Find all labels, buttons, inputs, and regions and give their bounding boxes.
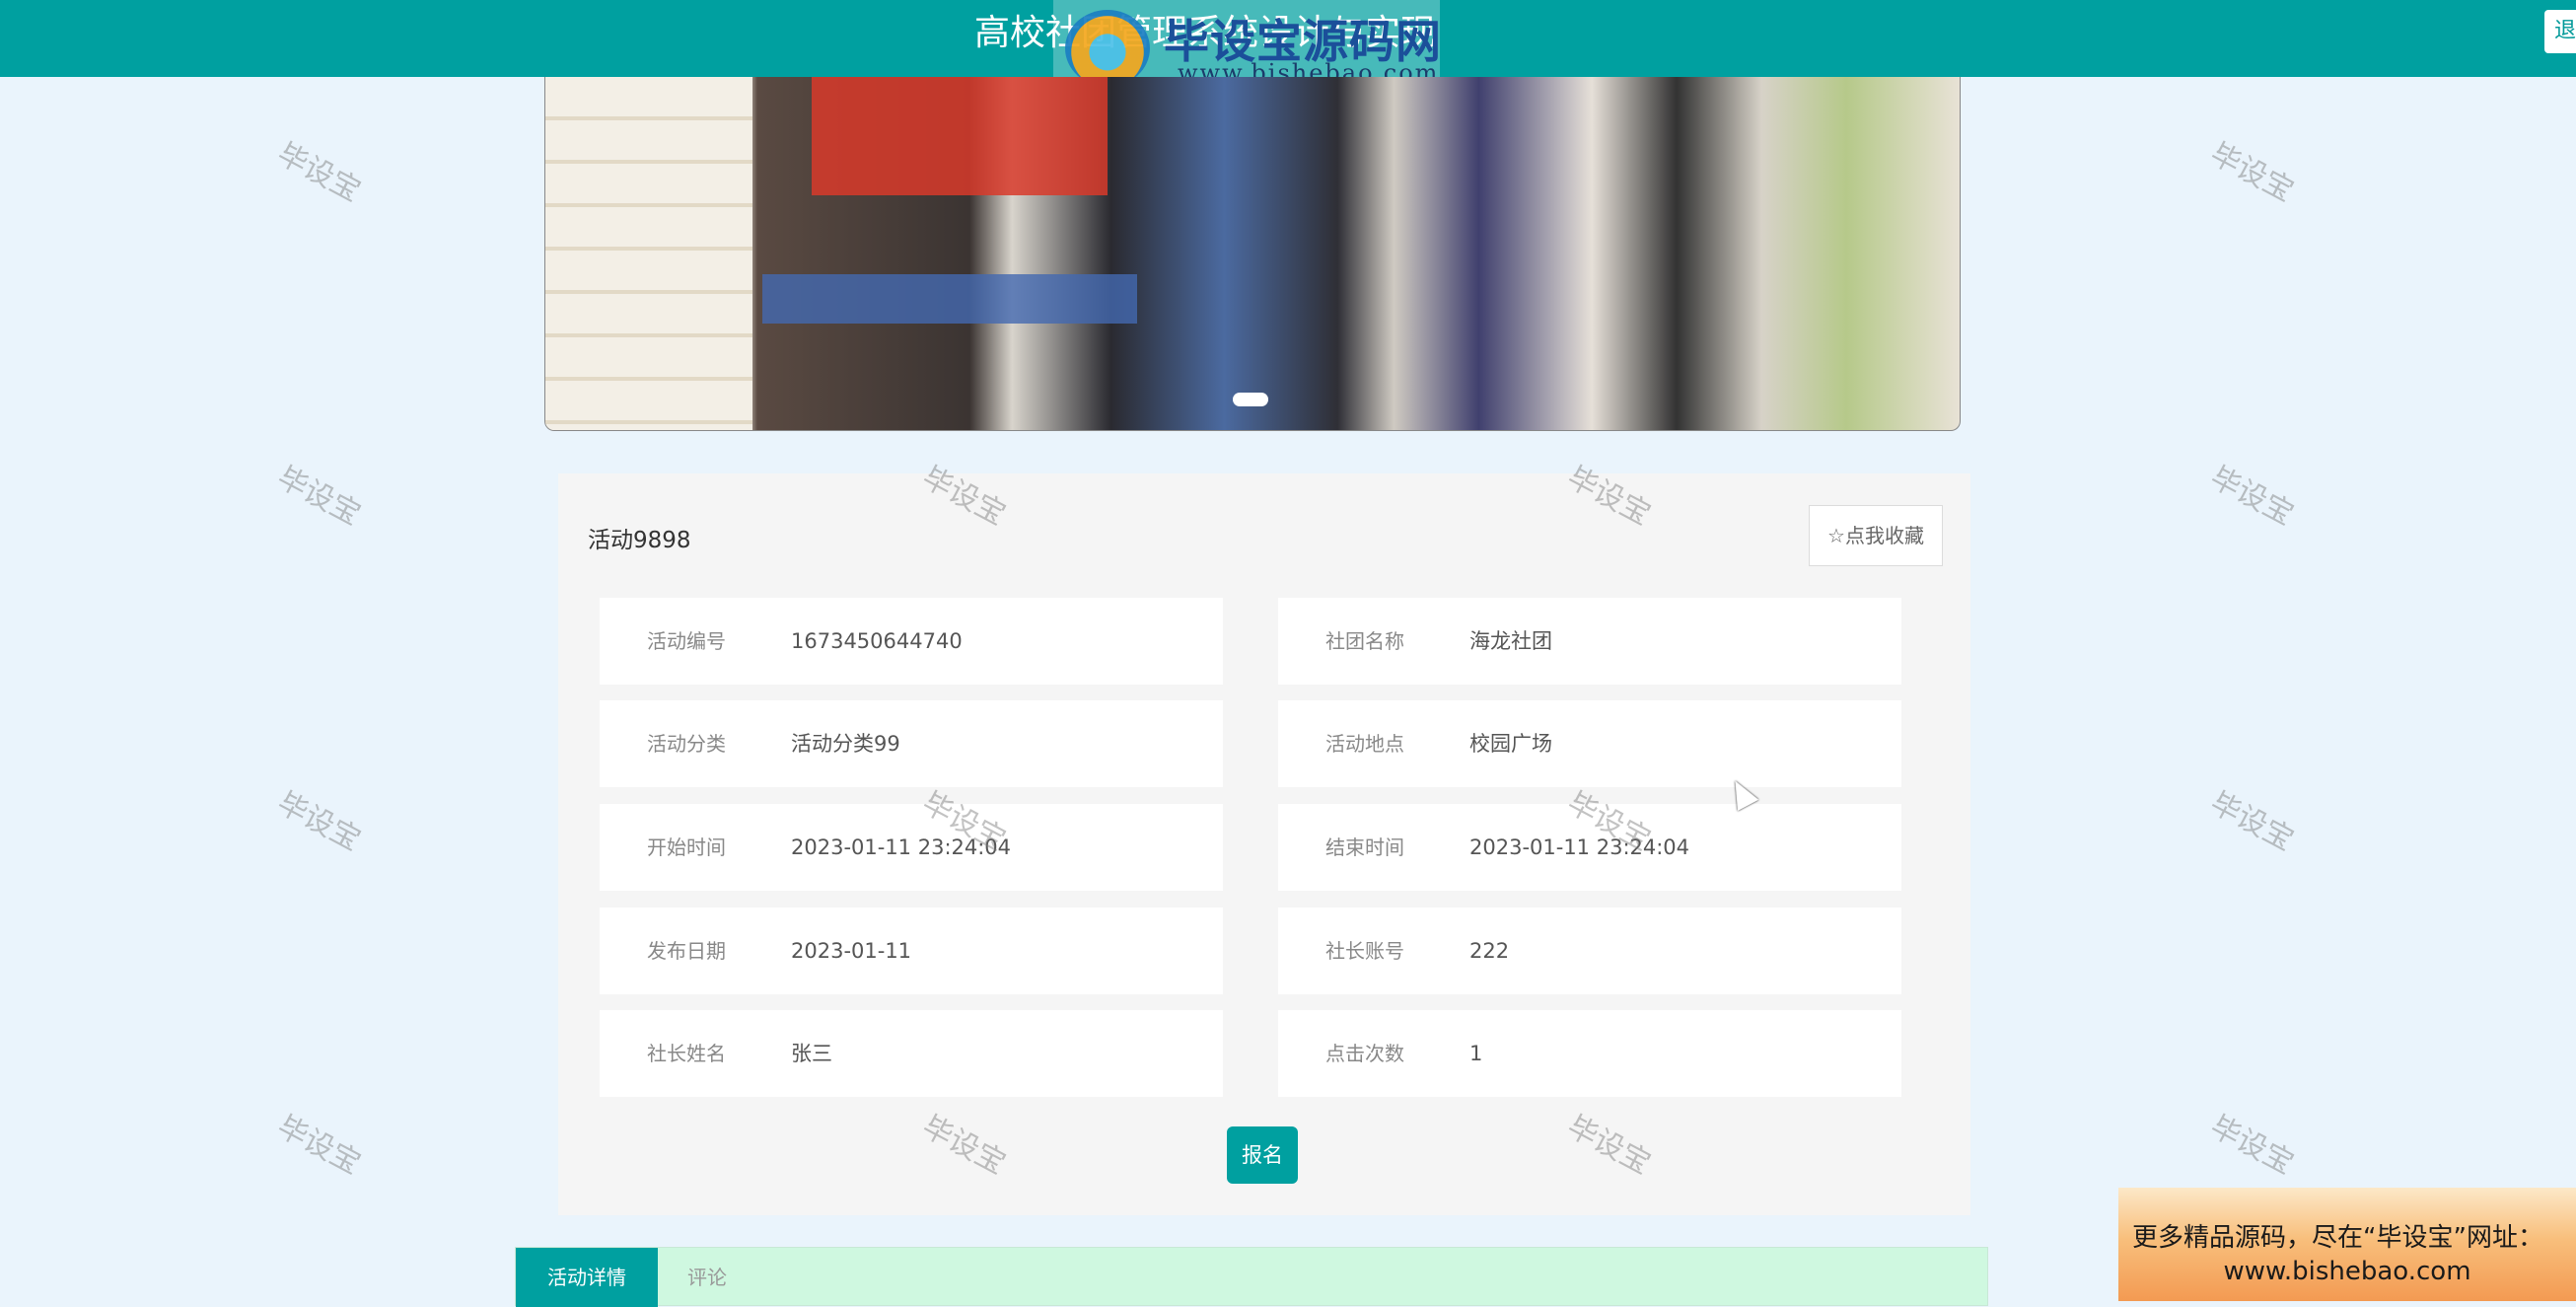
signup-button[interactable]: 报名 xyxy=(1227,1126,1298,1184)
info-value: 222 xyxy=(1469,939,1510,963)
banner-poster-board xyxy=(545,77,752,430)
info-label: 活动编号 xyxy=(647,629,726,653)
info-value: 活动分类99 xyxy=(791,732,900,756)
info-cell-activity-location: 活动地点 校园广场 xyxy=(1278,700,1901,787)
info-label: 社长姓名 xyxy=(647,1042,726,1065)
promo-banner[interactable]: 更多精品源码，尽在“毕设宝”网址： www.bishebao.com xyxy=(2118,1188,2576,1301)
info-label: 点击次数 xyxy=(1325,1042,1404,1065)
info-value: 1673450644740 xyxy=(791,629,963,653)
info-label: 结束时间 xyxy=(1325,835,1404,859)
promo-url: www.bishebao.com xyxy=(2223,1257,2471,1286)
info-cell-leader-name: 社长姓名 张三 xyxy=(600,1010,1223,1097)
watermark-text: 毕设宝 xyxy=(271,1109,367,1182)
info-label: 社团名称 xyxy=(1325,629,1404,653)
info-label: 社长账号 xyxy=(1325,939,1404,963)
info-cell-click-count: 点击次数 1 xyxy=(1278,1010,1901,1097)
info-value: 海龙社团 xyxy=(1469,629,1552,653)
info-value: 张三 xyxy=(791,1042,832,1065)
info-value: 1 xyxy=(1469,1042,1483,1065)
watermark-text: 毕设宝 xyxy=(2204,785,2300,858)
watermark-text: 毕设宝 xyxy=(2204,1109,2300,1182)
promo-text: 更多精品源码，尽在“毕设宝”网址： xyxy=(2132,1223,2543,1253)
activity-banner-image[interactable] xyxy=(544,77,1961,431)
carousel-indicator-dot[interactable] xyxy=(1233,393,1268,406)
info-cell-club-name: 社团名称 海龙社团 xyxy=(1278,598,1901,685)
info-label: 发布日期 xyxy=(647,939,726,963)
detail-tabs: 活动详情 评论 xyxy=(515,1247,1988,1307)
info-value: 2023-01-11 xyxy=(791,939,912,963)
info-cell-activity-id: 活动编号 1673450644740 xyxy=(600,598,1223,685)
info-cell-start-time: 开始时间 2023-01-11 23:24:04 xyxy=(600,804,1223,891)
logout-button[interactable]: 退出 xyxy=(2544,10,2576,53)
brand-logo-icon xyxy=(1065,10,1150,87)
watermark-text: 毕设宝 xyxy=(271,136,367,209)
info-value: 校园广场 xyxy=(1469,732,1552,756)
info-cell-publish-date: 发布日期 2023-01-11 xyxy=(600,908,1223,994)
favorite-button[interactable]: ☆点我收藏 xyxy=(1809,505,1943,566)
info-label: 活动地点 xyxy=(1325,732,1404,756)
tab-activity-details[interactable]: 活动详情 xyxy=(516,1248,658,1307)
watermark-text: 毕设宝 xyxy=(271,460,367,533)
info-cell-end-time: 结束时间 2023-01-11 23:24:04 xyxy=(1278,804,1901,891)
info-cell-activity-category: 活动分类 活动分类99 xyxy=(600,700,1223,787)
banner-table-cloth xyxy=(762,274,1137,324)
tab-comments[interactable]: 评论 xyxy=(687,1248,727,1307)
watermark-text: 毕设宝 xyxy=(271,785,367,858)
info-label: 活动分类 xyxy=(647,732,726,756)
watermark-text: 毕设宝 xyxy=(2204,136,2300,209)
banner-red-backdrop xyxy=(812,77,1108,195)
info-value: 2023-01-11 23:24:04 xyxy=(1469,835,1690,859)
watermark-text: 毕设宝 xyxy=(2204,460,2300,533)
info-value: 2023-01-11 23:24:04 xyxy=(791,835,1012,859)
info-cell-leader-account: 社长账号 222 xyxy=(1278,908,1901,994)
info-label: 开始时间 xyxy=(647,835,726,859)
activity-detail-panel: 活动9898 ☆点我收藏 活动编号 1673450644740 社团名称 海龙社… xyxy=(558,473,1970,1215)
activity-title: 活动9898 xyxy=(588,528,691,553)
